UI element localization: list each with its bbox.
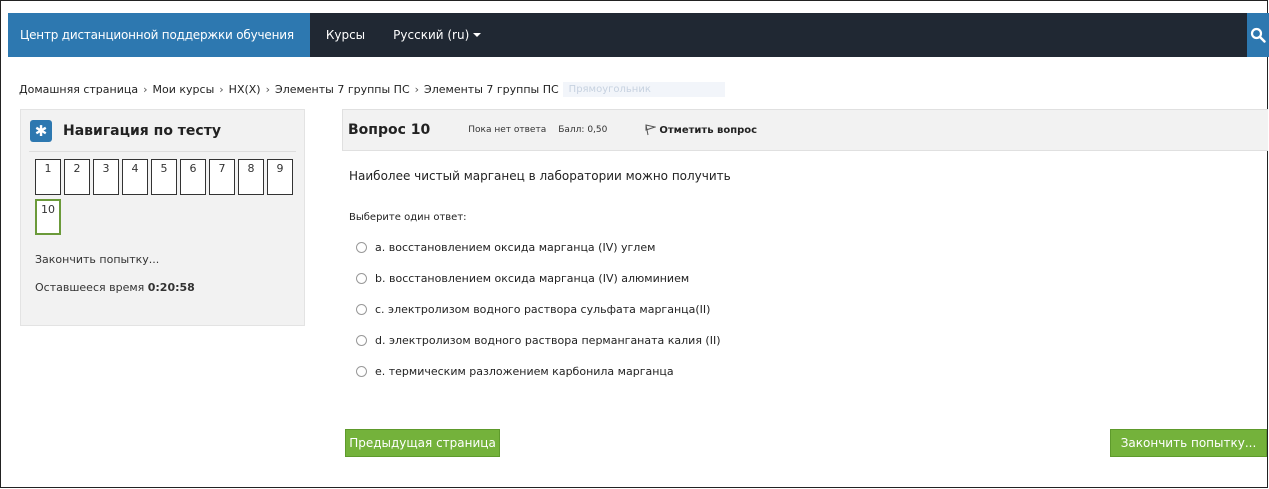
radio-button[interactable] bbox=[356, 366, 367, 377]
question-button-1[interactable]: 1 bbox=[35, 159, 61, 195]
quiz-navigation-header: ✱ Навигация по тесту bbox=[21, 110, 304, 142]
answer-label: d. электролизом водного раствора перманг… bbox=[375, 334, 721, 347]
question-button-5[interactable]: 5 bbox=[151, 159, 177, 195]
question-text: Наиболее чистый марганец в лаборатории м… bbox=[349, 169, 731, 183]
question-button-label: 1 bbox=[44, 162, 52, 175]
flag-icon bbox=[645, 124, 657, 136]
question-info-bar: Вопрос 10 Пока нет ответа Балл: 0,50 Отм… bbox=[342, 109, 1268, 151]
question-button-label: 3 bbox=[102, 162, 110, 175]
breadcrumb-ghost-overlay: Прямоугольник bbox=[562, 82, 725, 97]
question-buttons: 1 2 3 4 5 6 7 8 9 10 bbox=[21, 152, 303, 239]
answer-label: b. восстановлением оксида марганца (IV) … bbox=[375, 272, 690, 285]
radio-button[interactable] bbox=[356, 273, 367, 284]
answer-option-b[interactable]: b. восстановлением оксида марганца (IV) … bbox=[356, 263, 721, 294]
breadcrumb-section[interactable]: Элементы 7 группы ПС bbox=[275, 83, 410, 96]
question-button-label: 8 bbox=[247, 162, 255, 175]
breadcrumb-my-courses[interactable]: Мои курсы bbox=[153, 83, 215, 96]
question-button-label: 10 bbox=[41, 203, 55, 216]
question-button-label: 9 bbox=[276, 162, 284, 175]
chevron-down-icon bbox=[473, 33, 482, 37]
snowflake-icon[interactable]: ✱ bbox=[30, 120, 52, 142]
question-button-10-current[interactable]: 10 bbox=[35, 199, 61, 235]
question-button-label: 2 bbox=[73, 162, 81, 175]
question-state: Пока нет ответа bbox=[468, 125, 547, 135]
flag-question-label: Отметить вопрос bbox=[659, 124, 758, 136]
previous-page-button[interactable]: Предыдущая страница bbox=[345, 429, 500, 457]
finish-attempt-link[interactable]: Закончить попытку... bbox=[35, 253, 304, 266]
breadcrumb: Домашняя страница › Мои курсы › НХ(Х) › … bbox=[19, 82, 725, 97]
question-button-4[interactable]: 4 bbox=[122, 159, 148, 195]
answer-label: e. термическим разложением карбонила мар… bbox=[375, 365, 674, 378]
search-icon bbox=[1250, 27, 1266, 43]
quiz-navigation-block: ✱ Навигация по тесту 1 2 3 4 5 6 7 8 9 1… bbox=[20, 109, 305, 326]
breadcrumb-separator: › bbox=[265, 83, 271, 96]
question-button-label: 6 bbox=[189, 162, 197, 175]
breadcrumb-separator: › bbox=[219, 83, 224, 96]
time-remaining: Оставшееся время 0:20:58 bbox=[35, 281, 304, 294]
question-button-label: 4 bbox=[131, 162, 139, 175]
site-brand-link[interactable]: Центр дистанционной поддержки обучения bbox=[8, 13, 310, 57]
question-button-3[interactable]: 3 bbox=[93, 159, 119, 195]
answer-option-c[interactable]: c. электролизом водного раствора сульфат… bbox=[356, 294, 721, 325]
breadcrumb-separator: › bbox=[414, 83, 420, 96]
question-button-label: 7 bbox=[218, 162, 226, 175]
top-navbar: Центр дистанционной поддержки обучения К… bbox=[8, 13, 1269, 57]
courses-menu[interactable]: Курсы bbox=[326, 28, 365, 42]
language-label: Русский (ru) bbox=[393, 28, 470, 42]
breadcrumb-quiz[interactable]: Элементы 7 группы ПС bbox=[424, 83, 559, 96]
answer-option-a[interactable]: a. восстановлением оксида марганца (IV) … bbox=[356, 232, 721, 263]
radio-button[interactable] bbox=[356, 335, 367, 346]
courses-label: Курсы bbox=[325, 28, 366, 42]
breadcrumb-separator: › bbox=[143, 83, 148, 96]
search-button[interactable] bbox=[1247, 13, 1269, 57]
breadcrumb-course[interactable]: НХ(Х) bbox=[229, 83, 261, 96]
radio-button[interactable] bbox=[356, 242, 367, 253]
answer-option-e[interactable]: e. термическим разложением карбонила мар… bbox=[356, 356, 721, 387]
radio-button[interactable] bbox=[356, 304, 367, 315]
answer-prompt: Выберите один ответ: bbox=[349, 212, 467, 223]
question-number: Вопрос 10 bbox=[348, 122, 431, 138]
question-button-9[interactable]: 9 bbox=[267, 159, 293, 195]
question-button-7[interactable]: 7 bbox=[209, 159, 235, 195]
question-button-label: 5 bbox=[160, 162, 168, 175]
answer-list: a. восстановлением оксида марганца (IV) … bbox=[356, 232, 721, 387]
breadcrumb-home[interactable]: Домашняя страница bbox=[19, 83, 138, 96]
answer-label: c. электролизом водного раствора сульфат… bbox=[375, 303, 711, 316]
question-grade: Балл: 0,50 bbox=[558, 125, 608, 135]
question-button-6[interactable]: 6 bbox=[180, 159, 206, 195]
answer-label: a. восстановлением оксида марганца (IV) … bbox=[375, 241, 656, 254]
answer-option-d[interactable]: d. электролизом водного раствора перманг… bbox=[356, 325, 721, 356]
time-remaining-value: 0:20:58 bbox=[147, 281, 195, 294]
question-button-2[interactable]: 2 bbox=[64, 159, 90, 195]
quiz-navigation-title: Навигация по тесту bbox=[63, 123, 221, 139]
finish-attempt-button[interactable]: Закончить попытку... bbox=[1110, 429, 1267, 457]
flag-question-button[interactable]: Отметить вопрос bbox=[644, 124, 757, 136]
question-button-8[interactable]: 8 bbox=[238, 159, 264, 195]
language-menu[interactable]: Русский (ru) bbox=[393, 28, 482, 42]
time-remaining-label: Оставшееся время bbox=[35, 281, 145, 294]
